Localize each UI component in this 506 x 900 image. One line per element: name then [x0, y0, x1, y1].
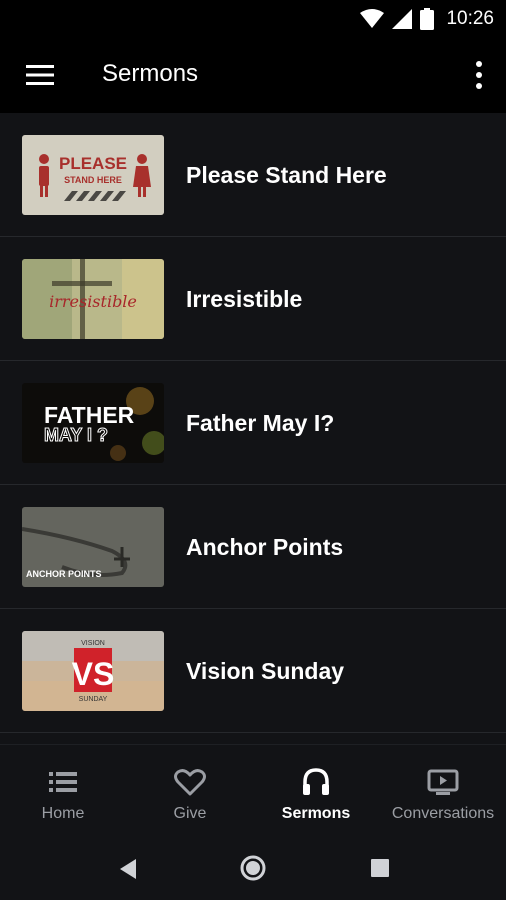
sermon-item-irresistible[interactable]: irresistible Irresistible [0, 237, 506, 361]
thumb-text-sunday: SUNDAY [79, 696, 108, 703]
sermon-item-anchor-points[interactable]: ANCHOR POINTS Anchor Points [0, 485, 506, 609]
system-nav-bar [0, 840, 506, 900]
app-bar: Sermons [0, 38, 506, 113]
sermon-title: Vision Sunday [186, 658, 345, 684]
sermon-title: Irresistible [186, 286, 303, 312]
sermon-thumbnail-father-may-i: FATHER MAY I ? [22, 383, 164, 463]
sermon-thumbnail-please-stand-here: PLEASE STAND HERE [22, 135, 164, 215]
status-time: 10:26 [446, 8, 494, 29]
home-icon[interactable] [240, 855, 266, 881]
nav-label: Home [41, 805, 85, 822]
nav-label: Conversations [391, 805, 495, 822]
thumb-text-irresistible: irresistible [49, 292, 137, 311]
list-icon [49, 772, 77, 792]
recents-icon[interactable] [371, 859, 389, 877]
menu-icon[interactable] [26, 63, 54, 87]
sermon-title: Father May I? [186, 410, 335, 436]
sermon-list: PLEASE STAND HERE Please Stand Here irre… [0, 113, 506, 733]
nav-item-sermons[interactable]: Sermons [253, 745, 379, 841]
video-icon [427, 769, 459, 795]
thumb-text-vision: VISION [81, 640, 105, 647]
nav-item-conversations[interactable]: Conversations [380, 745, 506, 841]
back-icon[interactable] [118, 858, 138, 880]
nav-item-give[interactable]: Give [127, 745, 253, 841]
status-icons: 10:26 [360, 6, 494, 32]
sermon-item-vision-sunday[interactable]: VISION VS SUNDAY Vision Sunday [0, 609, 506, 733]
status-bar: 10:26 [0, 0, 506, 38]
sermon-thumbnail-vision-sunday: VISION VS SUNDAY [22, 631, 164, 711]
thumb-text-vs: VS [72, 656, 115, 692]
sermon-thumbnail-anchor-points: ANCHOR POINTS [22, 507, 164, 587]
thumb-text-stand-here: STAND HERE [64, 175, 122, 185]
battery-icon [420, 8, 435, 30]
thumb-text-anchor-points: ANCHOR POINTS [26, 569, 102, 579]
sermon-item-please-stand-here[interactable]: PLEASE STAND HERE Please Stand Here [0, 113, 506, 237]
sermon-title: Anchor Points [186, 534, 344, 560]
sermon-title: Please Stand Here [186, 162, 387, 188]
nav-label: Give [173, 805, 207, 822]
heart-icon [174, 769, 206, 796]
bottom-nav: Home Give Sermons Conversations [0, 744, 506, 840]
nav-item-home[interactable]: Home [0, 745, 126, 841]
signal-icon [392, 9, 413, 29]
wifi-icon [360, 9, 385, 28]
thumb-text-please: PLEASE [59, 154, 127, 173]
page-title: Sermons [102, 60, 199, 87]
sermon-item-father-may-i[interactable]: FATHER MAY I ? Father May I? [0, 361, 506, 485]
headphones-icon [303, 768, 329, 795]
sermon-thumbnail-irresistible: irresistible [22, 259, 164, 339]
thumb-text-may-i: MAY I ? [44, 425, 108, 445]
nav-label: Sermons [281, 805, 351, 822]
more-vertical-icon[interactable] [474, 60, 484, 90]
